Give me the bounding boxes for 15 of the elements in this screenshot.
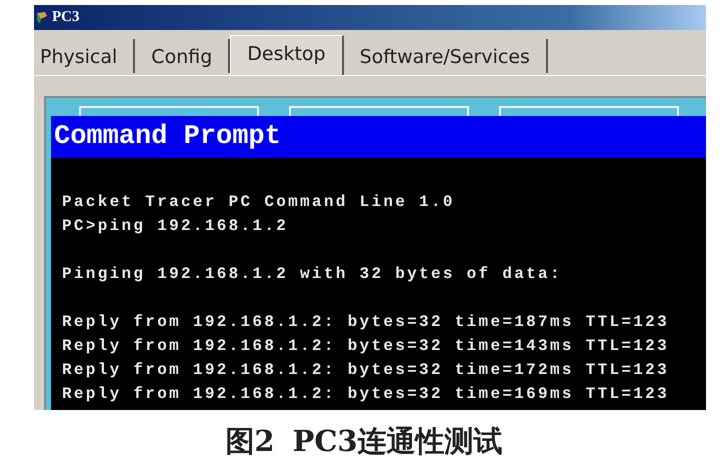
desktop-app-button[interactable]	[79, 106, 259, 116]
console-line: Pinging 192.168.1.2 with 32 bytes of data:	[62, 264, 563, 285]
desktop-app-button[interactable]	[499, 106, 679, 116]
figure-number: 图2	[225, 423, 275, 460]
desktop-app-button[interactable]	[289, 106, 469, 116]
console-line: PC>ping 192.168.1.2	[62, 216, 290, 237]
console-line: Reply from 192.168.1.2: bytes=32 time=169ms TTL=123	[62, 384, 670, 405]
tab[interactable]: Desktop	[230, 35, 344, 75]
command-prompt-title: Command Prompt	[54, 122, 281, 152]
console-line: Packet Tracer PC Command Line 1.0	[62, 192, 456, 213]
console-line: Reply from 192.168.1.2: bytes=32 time=143ms TTL=123	[62, 336, 670, 357]
window-title: PC3	[52, 9, 80, 26]
figure-caption: PC3连通性测试	[292, 423, 503, 460]
console-line: Reply from 192.168.1.2: bytes=32 time=187ms TTL=123	[62, 312, 670, 333]
console-line: Reply from 192.168.1.2: bytes=32 time=172ms TTL=123	[62, 360, 670, 381]
